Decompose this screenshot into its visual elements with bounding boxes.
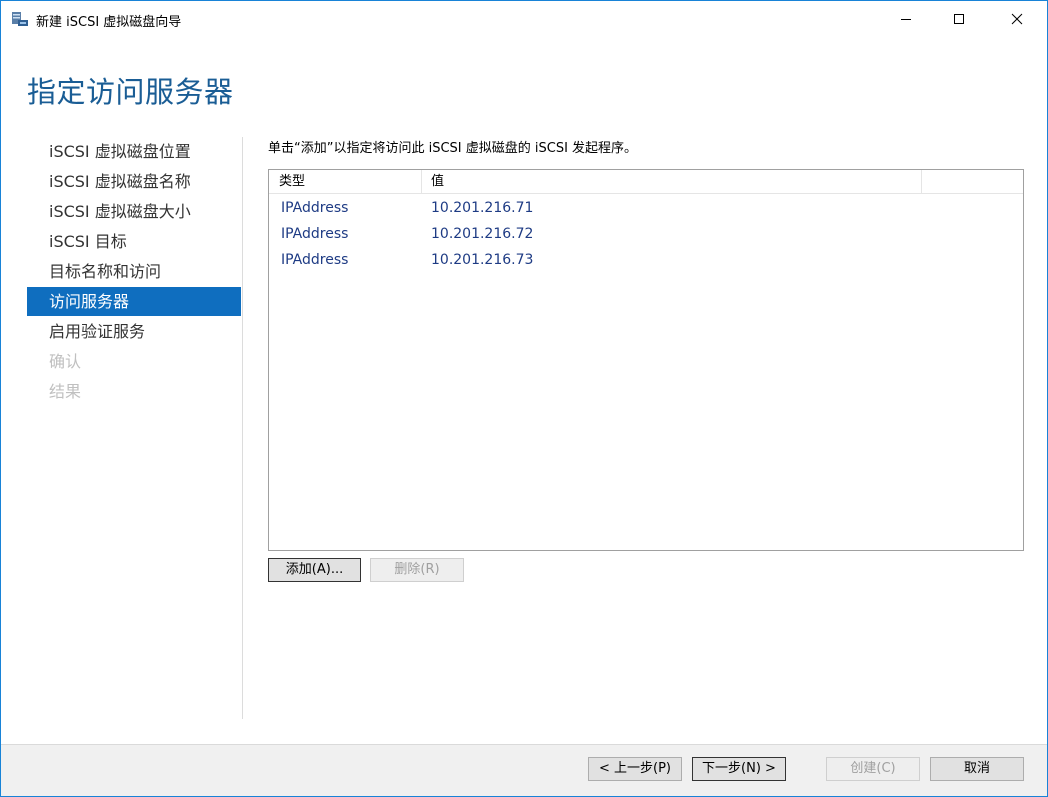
nav-item-disk-name[interactable]: iSCSI 虚拟磁盘名称 <box>27 167 241 196</box>
cell-type: IPAddress <box>281 252 349 268</box>
server-disk-icon <box>11 11 29 27</box>
nav-item-target-name-access[interactable]: 目标名称和访问 <box>27 257 241 286</box>
nav-item-disk-size[interactable]: iSCSI 虚拟磁盘大小 <box>27 197 241 226</box>
wizard-window: 新建 iSCSI 虚拟磁盘向导 指定访问服务器 iSCSI 虚拟磁盘位置 iSC… <box>0 0 1048 797</box>
cell-type: IPAddress <box>281 200 349 216</box>
column-separator[interactable] <box>921 170 922 194</box>
title-bar[interactable]: 新建 iSCSI 虚拟磁盘向导 <box>1 1 1047 37</box>
cell-type: IPAddress <box>281 226 349 242</box>
minimize-button[interactable] <box>883 1 929 37</box>
column-header-value[interactable]: 值 <box>421 170 921 194</box>
add-button[interactable]: 添加(A)... <box>268 558 361 582</box>
cell-value: 10.201.216.73 <box>431 252 534 268</box>
maximize-button[interactable] <box>936 1 982 37</box>
column-header-type[interactable]: 类型 <box>269 170 421 194</box>
cell-value: 10.201.216.72 <box>431 226 534 242</box>
nav-item-enable-auth[interactable]: 启用验证服务 <box>27 317 241 346</box>
nav-item-disk-location[interactable]: iSCSI 虚拟磁盘位置 <box>27 137 241 166</box>
wizard-content: 指定访问服务器 iSCSI 虚拟磁盘位置 iSCSI 虚拟磁盘名称 iSCSI … <box>1 37 1047 744</box>
table-row[interactable]: IPAddress 10.201.216.72 <box>269 221 1023 247</box>
nav-divider <box>242 137 243 719</box>
create-button: 创建(C) <box>826 757 920 781</box>
nav-item-iscsi-target[interactable]: iSCSI 目标 <box>27 227 241 256</box>
previous-button[interactable]: < 上一步(P) <box>588 757 682 781</box>
nav-item-results: 结果 <box>49 382 82 401</box>
window-title: 新建 iSCSI 虚拟磁盘向导 <box>36 15 182 30</box>
remove-button: 删除(R) <box>370 558 464 582</box>
cancel-button[interactable]: 取消 <box>930 757 1024 781</box>
table-row[interactable]: IPAddress 10.201.216.73 <box>269 247 1023 273</box>
close-icon <box>1011 13 1023 25</box>
next-button[interactable]: 下一步(N) > <box>692 757 786 781</box>
initiator-list[interactable]: 类型 值 IPAddress 10.201.216.71 IPAddress 1… <box>268 169 1024 551</box>
minimize-icon <box>900 13 912 25</box>
instruction-text: 单击“添加”以指定将访问此 iSCSI 虚拟磁盘的 iSCSI 发起程序。 <box>268 141 638 156</box>
list-header: 类型 值 <box>269 170 1023 194</box>
cell-value: 10.201.216.71 <box>431 200 534 216</box>
page-title: 指定访问服务器 <box>27 75 234 109</box>
close-button[interactable] <box>994 1 1040 37</box>
maximize-icon <box>953 13 965 25</box>
table-row[interactable]: IPAddress 10.201.216.71 <box>269 195 1023 221</box>
nav-item-access-servers[interactable]: 访问服务器 <box>27 287 241 316</box>
wizard-footer: < 上一步(P) 下一步(N) > 创建(C) 取消 <box>1 744 1047 796</box>
nav-item-confirmation: 确认 <box>49 352 82 371</box>
